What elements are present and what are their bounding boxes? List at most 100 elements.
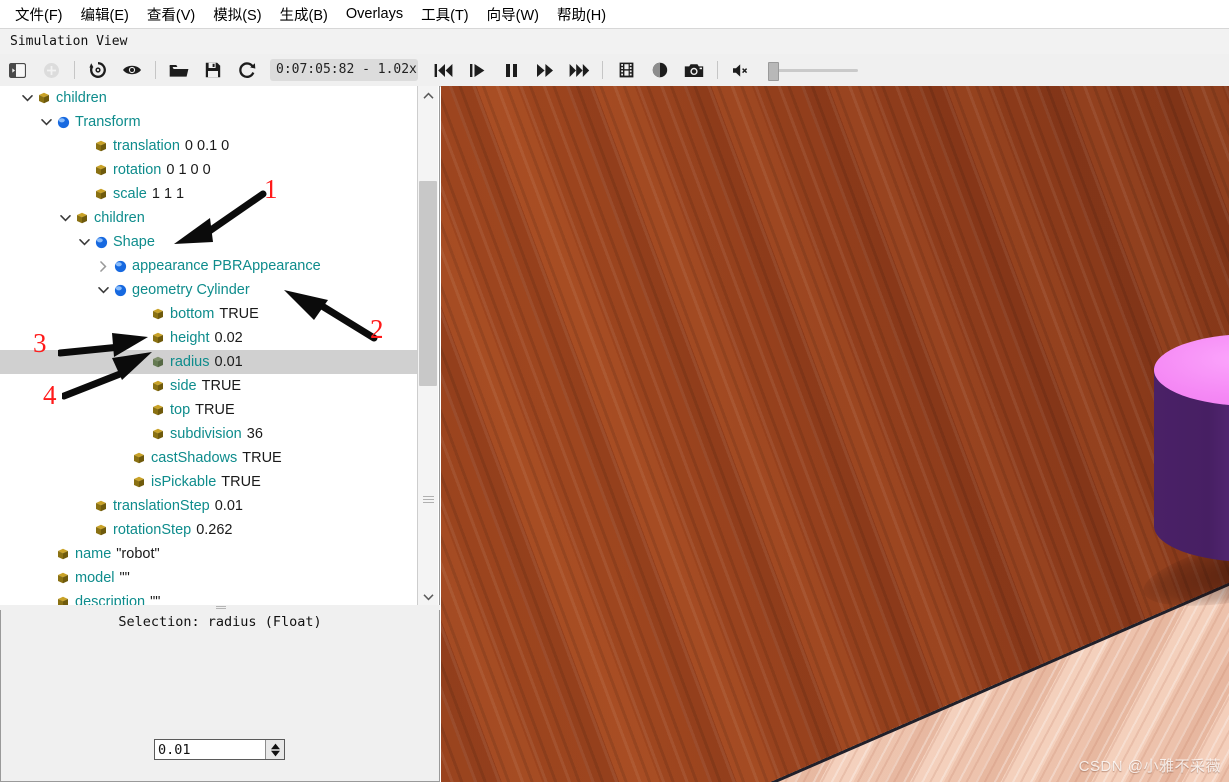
tree-twisty-none (38, 542, 54, 566)
tree-row[interactable]: castShadows TRUE (0, 446, 418, 470)
reload-world-icon[interactable] (83, 57, 113, 83)
volume-slider[interactable] (768, 60, 858, 81)
node-sphere-icon (111, 260, 129, 273)
camera-icon[interactable] (679, 57, 709, 83)
tree-twisty-down-icon[interactable] (57, 206, 73, 230)
save-icon[interactable] (198, 57, 228, 83)
menu-file[interactable]: 文件(F) (6, 1, 72, 28)
scrollbar-down-arrow[interactable] (418, 587, 438, 607)
radius-value-input[interactable]: 0.01 (155, 742, 265, 758)
scrollbar-up-arrow[interactable] (418, 86, 438, 106)
film-icon[interactable] (611, 57, 641, 83)
tree-row[interactable]: appearance PBRAppearance (0, 254, 418, 278)
annotation-arrow-4 (62, 352, 152, 400)
sidebar-toggle-icon[interactable] (2, 57, 32, 83)
spinner-arrows[interactable] (265, 740, 284, 759)
tree-twisty-none (76, 518, 92, 542)
tab-simulation-view[interactable]: Simulation View (0, 32, 137, 51)
tree-row-label: Transform (75, 114, 141, 130)
tree-row-label: rotation (113, 162, 162, 178)
tree-row-label: geometry Cylinder (132, 282, 250, 298)
tree-twisty-none (38, 566, 54, 590)
tree-twisty-none (76, 182, 92, 206)
menu-simulation[interactable]: 模拟(S) (204, 1, 270, 28)
tree-row[interactable]: translationStep 0.01 (0, 494, 418, 518)
annotation-number-2: 2 (370, 314, 384, 344)
node-sphere-icon (111, 284, 129, 297)
menu-build[interactable]: 生成(B) (271, 1, 337, 28)
mute-speaker-icon[interactable] (726, 57, 756, 83)
scrollbar-thumb[interactable] (419, 181, 437, 386)
tree-row[interactable]: isPickable TRUE (0, 470, 418, 494)
tree-row[interactable]: model "" (0, 566, 418, 590)
tree-row-label: radius (170, 354, 210, 370)
field-cube-icon (130, 476, 148, 488)
tree-row-label: castShadows (151, 450, 238, 466)
refresh-icon[interactable] (232, 57, 262, 83)
tree-row-label: Shape (113, 234, 155, 250)
menu-wizards[interactable]: 向导(W) (478, 1, 548, 28)
simulation-3d-viewport[interactable]: CSDN @小雅不采薇 (441, 86, 1229, 782)
tree-row-label: bottom (170, 306, 215, 322)
pause-icon[interactable] (496, 57, 526, 83)
menu-tools[interactable]: 工具(T) (412, 1, 478, 28)
tree-row[interactable]: top TRUE (0, 398, 418, 422)
tree-row-value: TRUE (195, 402, 235, 418)
node-sphere-icon (54, 116, 72, 129)
field-cube-icon (149, 404, 167, 416)
tree-row-value: 0.01 (214, 498, 243, 514)
tree-row-label: children (56, 90, 107, 106)
open-folder-icon[interactable] (164, 57, 194, 83)
tree-row-label: name (75, 546, 112, 562)
fast-forward-icon[interactable] (530, 57, 560, 83)
menu-help[interactable]: 帮助(H) (548, 1, 615, 28)
tree-row-value: 0.01 (214, 354, 243, 370)
tree-row[interactable]: rotation 0 1 0 0 (0, 158, 418, 182)
tree-row-label: scale (113, 186, 147, 202)
tree-twisty-none (133, 302, 149, 326)
tree-row[interactable]: subdivision 36 (0, 422, 418, 446)
annotation-number-3: 3 (33, 328, 47, 358)
tree-row-value: TRUE (201, 378, 242, 394)
radius-value-spinner[interactable]: 0.01 (154, 739, 285, 760)
annotation-number-4: 4 (43, 380, 57, 410)
rewind-icon[interactable] (428, 57, 458, 83)
faster-forward-icon[interactable] (564, 57, 594, 83)
record-icon[interactable] (645, 57, 675, 83)
scrollbar-grip-icon (423, 496, 434, 503)
menu-edit[interactable]: 编辑(E) (72, 1, 138, 28)
menu-overlays[interactable]: Overlays (337, 3, 412, 25)
tree-row[interactable]: Transform (0, 110, 418, 134)
volume-slider-track (768, 69, 858, 72)
tree-twisty-down-icon[interactable] (95, 278, 111, 302)
scene-tree-scrollbar[interactable] (417, 86, 438, 607)
tree-twisty-down-icon[interactable] (19, 86, 35, 110)
tree-row[interactable]: children (0, 86, 418, 110)
tree-row[interactable]: rotationStep 0.262 (0, 518, 418, 542)
menu-view[interactable]: 查看(V) (138, 1, 204, 28)
eye-icon[interactable] (117, 57, 147, 83)
tree-twisty-down-icon[interactable] (76, 230, 92, 254)
toolbar-separator-3 (602, 61, 603, 79)
tree-row-value: 0.02 (214, 330, 243, 346)
tree-row-label: top (170, 402, 191, 418)
toolbar-separator-4 (717, 61, 718, 79)
field-cube-icon (73, 212, 91, 224)
tree-row[interactable]: name "robot" (0, 542, 418, 566)
tree-row-value: TRUE (219, 306, 259, 322)
step-play-icon[interactable] (462, 57, 492, 83)
tree-row-label: model (75, 570, 115, 586)
spinner-down-icon (270, 750, 280, 756)
volume-slider-thumb[interactable] (768, 62, 779, 81)
tree-row[interactable]: translation 0 0.1 0 (0, 134, 418, 158)
scene-cylinder[interactable] (1154, 334, 1229, 582)
simulation-time-display[interactable]: 0:07:05:82 - 1.02x (270, 59, 418, 81)
tree-row-label: translation (113, 138, 180, 154)
tree-twisty-down-icon[interactable] (38, 110, 54, 134)
field-cube-icon (92, 500, 110, 512)
menu-bar: 文件(F) 编辑(E) 查看(V) 模拟(S) 生成(B) Overlays 工… (0, 0, 1229, 29)
field-cube-icon (149, 308, 167, 320)
toolbar-separator-1 (74, 61, 75, 79)
tree-twisty-right-icon[interactable] (95, 254, 111, 278)
field-cube-icon (35, 92, 53, 104)
